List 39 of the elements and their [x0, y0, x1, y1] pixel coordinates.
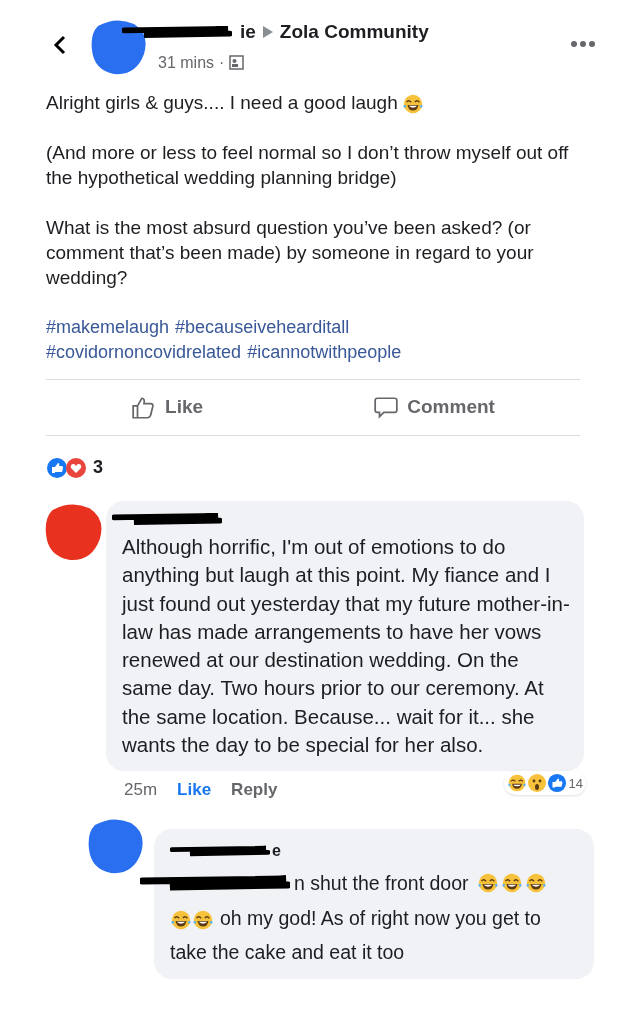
- comment-like-button[interactable]: Like: [177, 777, 212, 803]
- reply-button[interactable]: Reply: [231, 777, 278, 803]
- group-name[interactable]: Zola Community: [279, 18, 429, 47]
- hashtag-link[interactable]: #makemelaugh: [46, 315, 170, 340]
- more-icon[interactable]: [570, 40, 596, 48]
- laughing-emoji-icon: [524, 871, 547, 894]
- reply-author[interactable]: e: [272, 838, 281, 863]
- like-button[interactable]: Like: [131, 393, 204, 422]
- comment-button[interactable]: Comment: [373, 393, 495, 422]
- like-reaction-icon: [546, 773, 567, 794]
- back-icon[interactable]: [52, 34, 68, 56]
- laughing-emoji-icon: [192, 908, 214, 931]
- post-paragraph: What is the most absurd question you’ve been asked? (or comment that’s been made) by someone in regard to your wedding?: [46, 216, 535, 290]
- hashtag-link[interactable]: #becauseivehearditall: [175, 315, 350, 340]
- author-name[interactable]: ie: [240, 18, 256, 47]
- laughing-emoji-icon: [506, 773, 527, 794]
- love-reaction-icon: [65, 456, 87, 479]
- laughing-emoji-icon: [401, 93, 424, 115]
- hashtag-link[interactable]: #covidornoncovidrelated: [46, 340, 242, 365]
- group-icon: [229, 55, 245, 70]
- reply-text: oh my god! As of right now you get to take the cake and eat it too: [170, 905, 542, 965]
- speech-bubble-icon: [373, 394, 400, 421]
- comment-text: Although horrific, I'm out of emotions to do anything but laugh at this point. My fiance and I just found out yesterday that my future mother-in-law has made arrangements to have her vows renewed at our destination wedding. On the same day. Two hours prior to our ceremony. At the same location. Because... wait for it... she wants the day to be special for her also.: [122, 534, 571, 759]
- post-paragraph: Alright girls & guys.... I need a good laugh: [46, 90, 580, 115]
- separator-dot: ·: [219, 52, 225, 73]
- hashtag-link[interactable]: #icannotwithpeople: [247, 340, 402, 365]
- laughing-emoji-icon: [170, 908, 192, 931]
- post-paragraph: (And more or less to feel normal so I don’t throw myself out off the hypothetical wedding planning bridge): [46, 141, 570, 190]
- wow-emoji-icon: [526, 773, 547, 794]
- reaction-count[interactable]: 3: [93, 454, 103, 481]
- comment-time: 25m: [124, 779, 158, 802]
- reaction-count: 14: [568, 774, 583, 793]
- triangle-icon: [261, 25, 274, 40]
- laughing-emoji-icon: [476, 871, 499, 894]
- reply-text: n shut the front door: [294, 870, 469, 896]
- post-time: 31 mins: [158, 52, 215, 73]
- like-reaction-icon: [46, 456, 68, 479]
- laughing-emoji-icon: [500, 871, 523, 894]
- comment-reactions[interactable]: 14: [503, 771, 586, 796]
